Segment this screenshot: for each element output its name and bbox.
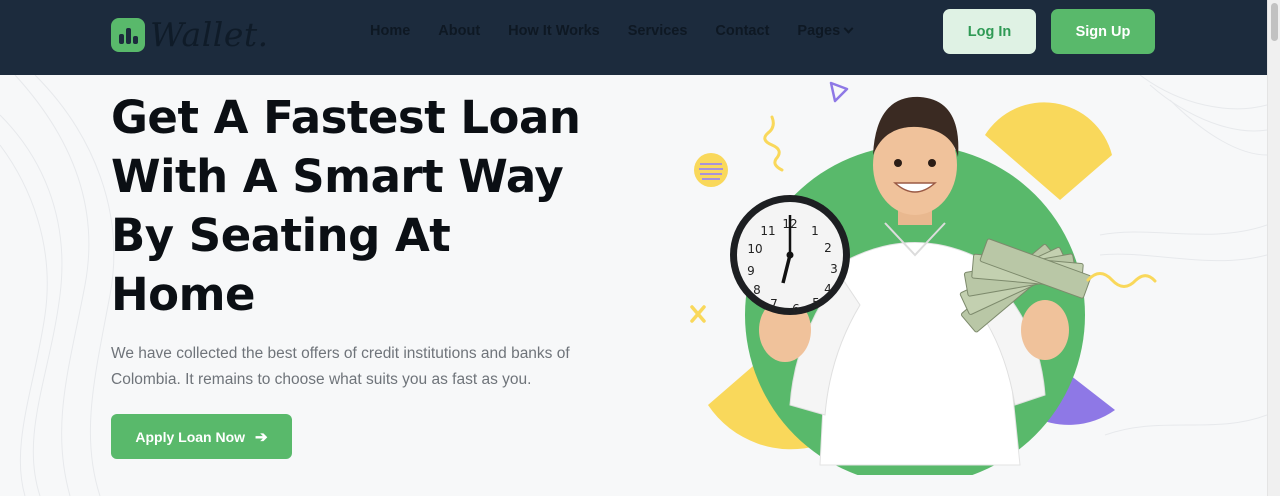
clock-number: 10 [747,242,762,256]
squiggle-yellow-left [763,115,784,172]
vertical-scrollbar[interactable] [1267,0,1280,496]
nav-pages-label: Pages [797,23,841,39]
signup-button[interactable]: Sign Up [1051,9,1155,54]
top-navbar: Wallet. Home About How It Works Services… [0,0,1267,75]
nav-how-it-works[interactable]: How It Works [508,23,600,39]
hero-title: Get A Fastest Loan With A Smart Way By S… [111,88,611,324]
clock-number: 2 [824,241,832,255]
triangle-shape [829,81,849,103]
scrollbar-thumb[interactable] [1271,3,1278,41]
clock-number: 3 [830,262,838,276]
clock-number: 9 [747,264,755,278]
hero-description: We have collected the best offers of cre… [111,345,570,388]
brand-logo[interactable]: Wallet. [111,15,269,54]
hero-title-line: Get A Fastest Loan [111,91,581,144]
apply-loan-label: Apply Loan Now [135,428,246,445]
arrow-right-icon: ➔ [255,428,268,446]
nav-services[interactable]: Services [628,23,688,39]
clock-number: 11 [760,224,775,238]
apply-loan-button[interactable]: Apply Loan Now ➔ [111,414,292,459]
nav-about[interactable]: About [438,23,480,39]
clock-number: 6 [792,302,800,316]
hero-title-line: Home [111,268,256,321]
squiggle-yellow-right [1086,272,1157,288]
hero-title-line: With A Smart Way [111,150,564,203]
clock-number: 1 [811,224,819,238]
right-hand [1021,300,1069,360]
nav-pages-dropdown[interactable]: Pages [797,23,854,39]
clock-number: 8 [753,283,761,297]
clock-number: 4 [824,282,832,296]
nav-contact[interactable]: Contact [715,23,769,39]
nav-home[interactable]: Home [370,23,410,39]
chevron-down-icon [843,23,854,34]
main-menu: Home About How It Works Services Contact… [370,0,880,62]
cross-shape [690,305,706,323]
hero-title-line: By Seating At [111,209,451,262]
brand-name: Wallet. [150,15,269,54]
clock-number: 7 [770,297,778,311]
login-button[interactable]: Log In [943,9,1036,54]
clock-number: 5 [812,296,820,310]
bar-chart-icon [111,17,145,52]
hero-illustration: 12 1 2 3 4 5 6 7 8 9 10 11 [690,81,1157,475]
